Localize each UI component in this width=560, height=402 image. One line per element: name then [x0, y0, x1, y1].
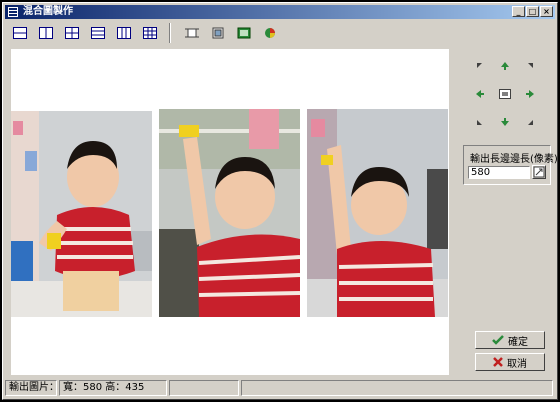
child-photo-1 — [11, 111, 152, 317]
app-icon — [8, 7, 18, 17]
layout-2rows-icon — [13, 27, 27, 39]
arrow-up-icon — [501, 62, 509, 70]
arrow-down-left-icon — [477, 120, 482, 125]
fit-icon — [237, 27, 251, 39]
preview-panel-3[interactable] — [307, 49, 448, 375]
status-bar: 輸出圖片： 寬：580 高：435 — [5, 379, 555, 397]
child-photo-2 — [159, 109, 300, 317]
ok-label: 確定 — [508, 336, 528, 348]
preview-canvas[interactable] — [11, 49, 449, 375]
arrow-down-button[interactable] — [498, 115, 512, 129]
resize-button[interactable] — [207, 23, 229, 43]
cross-icon — [493, 357, 503, 367]
layout-3rows-button[interactable] — [87, 23, 109, 43]
cancel-button[interactable]: 取消 — [475, 353, 545, 371]
layout-3x3-icon — [143, 27, 157, 39]
window-title: 混合圖製作 — [23, 6, 73, 17]
check-icon — [492, 335, 504, 345]
layout-grid-button[interactable] — [61, 23, 83, 43]
cancel-label: 取消 — [507, 358, 527, 370]
fit-button[interactable] — [233, 23, 255, 43]
maximize-button[interactable]: □ — [526, 6, 539, 17]
close-button[interactable]: × — [540, 6, 553, 17]
arrow-left-button[interactable] — [473, 87, 487, 101]
center-button[interactable] — [498, 87, 512, 101]
layout-2rows-button[interactable] — [9, 23, 31, 43]
toolbar — [5, 21, 555, 45]
layout-3cols-button[interactable] — [113, 23, 135, 43]
resize-icon — [212, 27, 224, 39]
status-pane-4 — [241, 380, 553, 396]
color-icon — [265, 28, 275, 38]
arrow-down-left-button[interactable] — [473, 115, 487, 129]
layout-2cols-icon — [39, 27, 53, 39]
border-button[interactable] — [181, 23, 203, 43]
arrow-up-button[interactable] — [498, 59, 512, 73]
arrow-right-button[interactable] — [523, 87, 537, 101]
preview-panel-2[interactable] — [159, 49, 300, 375]
minimize-button[interactable]: _ — [512, 6, 525, 17]
layout-2cols-button[interactable] — [35, 23, 57, 43]
arrow-left-icon — [476, 90, 484, 98]
layout-3cols-icon — [117, 27, 131, 39]
child-photo-3 — [307, 109, 448, 317]
color-button[interactable] — [259, 23, 281, 43]
preview-panel-1[interactable] — [11, 49, 152, 375]
status-output-label: 輸出圖片： — [5, 380, 57, 396]
arrow-up-right-icon — [528, 63, 533, 68]
border-icon — [185, 28, 199, 38]
center-icon — [499, 89, 511, 99]
output-size-input[interactable]: 580 — [468, 166, 530, 179]
status-pane-3 — [169, 380, 239, 396]
layout-3rows-icon — [91, 27, 105, 39]
output-size-label: 輸出長邊邊長(像素) — [470, 154, 558, 165]
arrow-right-icon — [526, 90, 534, 98]
app-window: 混合圖製作 _ □ × 輸出長邊邊長(像素) 580 確定 取消 輸出圖片： 寬… — [2, 2, 558, 400]
arrow-down-right-button[interactable] — [523, 115, 537, 129]
arrow-up-left-button[interactable] — [473, 59, 487, 73]
title-bar[interactable]: 混合圖製作 _ □ × — [5, 5, 555, 19]
toolbar-separator — [169, 23, 171, 43]
arrow-up-left-icon — [477, 63, 482, 68]
arrow-down-icon — [501, 118, 509, 126]
layout-3x3-button[interactable] — [139, 23, 161, 43]
layout-grid-icon — [65, 27, 79, 39]
status-dimensions: 寬：580 高：435 — [59, 380, 167, 396]
ok-button[interactable]: 確定 — [475, 331, 545, 349]
arrow-up-right-button[interactable] — [523, 59, 537, 73]
position-arrows — [465, 57, 545, 133]
output-size-group: 輸出長邊邊長(像素) 580 — [463, 145, 557, 185]
resize-picker-icon — [533, 166, 545, 178]
output-size-picker-button[interactable] — [532, 165, 546, 179]
arrow-down-right-icon — [528, 120, 533, 125]
